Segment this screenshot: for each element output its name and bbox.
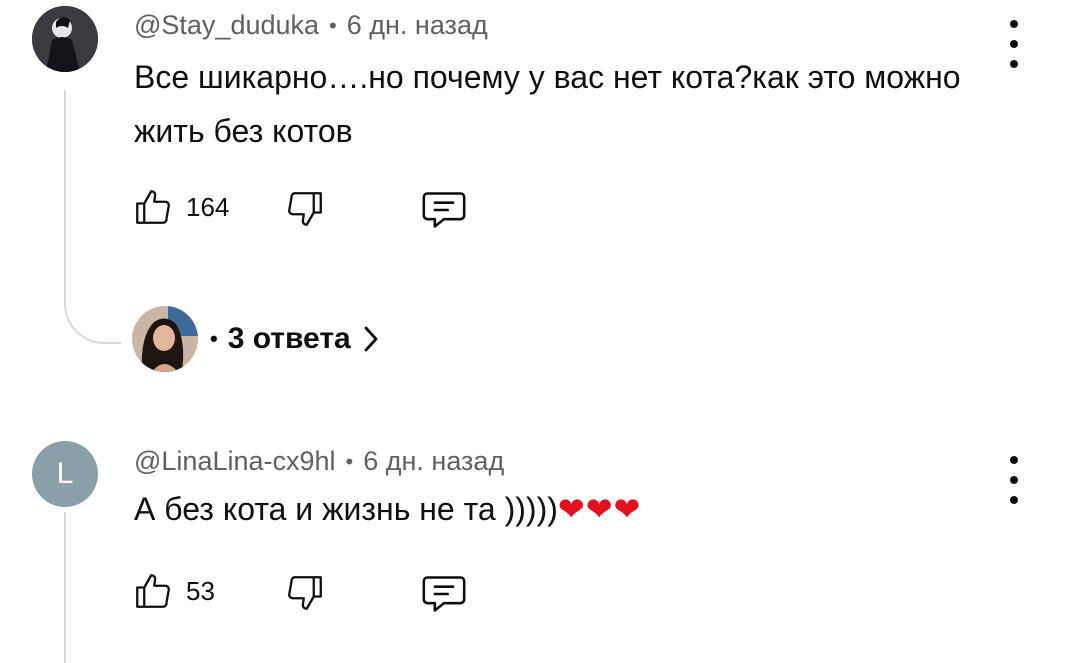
like-button[interactable]: 53 bbox=[132, 570, 215, 612]
thumbs-up-icon bbox=[136, 574, 170, 608]
comment-text-line: А без кота и жизнь не та ))))) bbox=[134, 491, 558, 527]
comment-time[interactable]: 6 дн. назад bbox=[347, 10, 488, 41]
comment-meta: @LinaLina-cx9hl • 6 дн. назад bbox=[134, 446, 504, 477]
like-count: 53 bbox=[186, 575, 215, 606]
comment-text: Все шикарно….но почему у вас нет кота?ка… bbox=[134, 50, 961, 158]
avatar-letter: L bbox=[56, 457, 74, 490]
meta-separator: • bbox=[210, 326, 218, 351]
more-options-icon[interactable] bbox=[1002, 456, 1026, 504]
thumbs-up-icon bbox=[136, 190, 170, 224]
avatar[interactable] bbox=[32, 6, 98, 72]
comment-icon bbox=[422, 192, 466, 228]
reply-author-avatar bbox=[132, 306, 198, 372]
thread-curve bbox=[64, 270, 121, 344]
dislike-button[interactable] bbox=[284, 188, 326, 230]
thumbs-down-icon bbox=[288, 192, 322, 226]
chevron-right-icon bbox=[364, 326, 378, 352]
comment-icon bbox=[422, 576, 466, 612]
comment-text-line: Все шикарно….но почему у вас нет кота?ка… bbox=[134, 59, 961, 95]
reply-button[interactable] bbox=[420, 188, 468, 232]
more-options-icon[interactable] bbox=[1002, 20, 1026, 68]
thumbs-down-icon bbox=[288, 576, 322, 610]
meta-separator: • bbox=[345, 448, 354, 474]
avatar[interactable]: L bbox=[32, 441, 98, 507]
author-name[interactable]: @LinaLina-cx9hl bbox=[134, 446, 336, 477]
meta-separator: • bbox=[329, 12, 337, 38]
replies-count: 3 ответа bbox=[227, 322, 351, 355]
comment-text-line: жить без котов bbox=[134, 113, 353, 149]
thread-line bbox=[64, 512, 66, 663]
heart-emoji: ❤❤❤ bbox=[557, 491, 642, 527]
author-name[interactable]: @Stay_duduka bbox=[134, 10, 319, 41]
comment-text: А без кота и жизнь не та )))))❤❤❤ bbox=[134, 482, 641, 536]
like-count: 164 bbox=[186, 191, 230, 222]
comment-meta: @Stay_duduka • 6 дн. назад bbox=[134, 10, 488, 41]
view-replies-button[interactable]: • 3 ответа bbox=[210, 322, 381, 356]
dislike-button[interactable] bbox=[284, 572, 326, 614]
like-button[interactable]: 164 bbox=[132, 186, 229, 228]
comment-time[interactable]: 6 дн. назад bbox=[363, 446, 504, 477]
reply-button[interactable] bbox=[420, 572, 468, 616]
